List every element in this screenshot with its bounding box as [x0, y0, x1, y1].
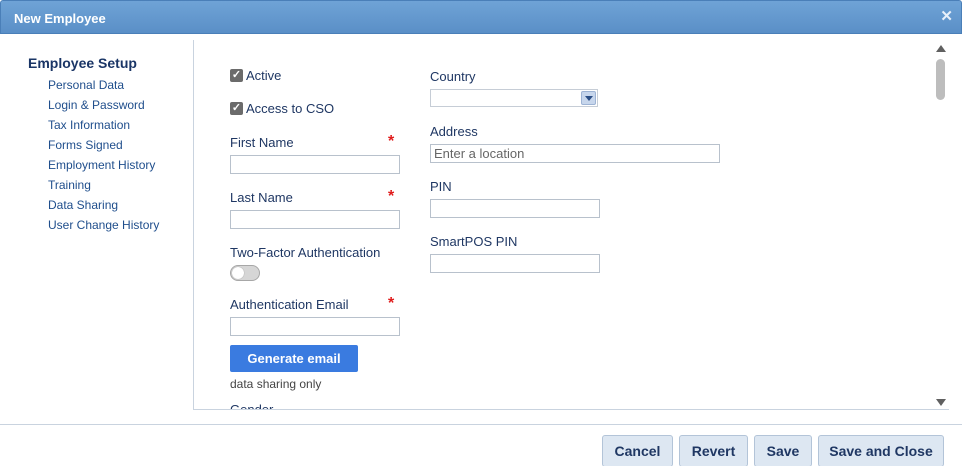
first-name-input[interactable] [230, 155, 400, 174]
address-input[interactable] [430, 144, 720, 163]
last-name-label: Last Name [230, 190, 293, 205]
two-factor-toggle[interactable] [230, 265, 260, 281]
required-asterisk-icon: * [388, 295, 395, 312]
country-label: Country [430, 69, 476, 84]
checkmark-icon: ✓ [230, 69, 243, 82]
scrollbar-thumb[interactable] [936, 59, 945, 100]
required-asterisk-icon: * [388, 133, 395, 150]
auth-email-label: Authentication Email [230, 297, 349, 312]
cancel-button[interactable]: Cancel [602, 435, 673, 466]
footer-divider [0, 424, 962, 425]
address-label: Address [430, 124, 478, 139]
last-name-input[interactable] [230, 210, 400, 229]
sidebar-item-training[interactable]: Training [48, 178, 159, 198]
required-asterisk-icon: * [388, 188, 395, 205]
toggle-knob [232, 267, 244, 279]
sidebar-item-personal-data[interactable]: Personal Data [48, 78, 159, 98]
active-label: Active [246, 68, 282, 83]
form-scrollbar[interactable] [933, 40, 949, 410]
form-panel: ✓ Active ✓ Access to CSO First Name * La… [193, 40, 949, 410]
access-cso-label: Access to CSO [246, 101, 335, 116]
data-sharing-note: data sharing only [230, 377, 322, 391]
chevron-down-icon[interactable] [581, 91, 596, 105]
smartpos-pin-input[interactable] [430, 254, 600, 273]
dialog-titlebar: New Employee ✕ [0, 0, 962, 34]
sidebar-heading[interactable]: Employee Setup [28, 55, 137, 71]
smartpos-pin-label: SmartPOS PIN [430, 234, 518, 249]
dialog-title: New Employee [14, 11, 106, 26]
sidebar-item-data-sharing[interactable]: Data Sharing [48, 198, 159, 218]
sidebar-item-user-change-history[interactable]: User Change History [48, 218, 159, 238]
first-name-label: First Name [230, 135, 294, 150]
close-icon[interactable]: ✕ [940, 9, 953, 25]
pin-input[interactable] [430, 199, 600, 218]
access-cso-checkbox[interactable]: ✓ Access to CSO [230, 101, 334, 116]
scroll-up-icon[interactable] [936, 45, 946, 52]
sidebar-item-tax-information[interactable]: Tax Information [48, 118, 159, 138]
sidebar-list: Personal Data Login & Password Tax Infor… [48, 78, 159, 238]
two-factor-label: Two-Factor Authentication [230, 245, 381, 260]
generate-email-button[interactable]: Generate email [230, 345, 358, 372]
country-select[interactable] [430, 89, 598, 107]
scroll-down-icon[interactable] [936, 399, 946, 406]
pin-label: PIN [430, 179, 452, 194]
save-button[interactable]: Save [754, 435, 812, 466]
sidebar-item-forms-signed[interactable]: Forms Signed [48, 138, 159, 158]
active-checkbox[interactable]: ✓ Active [230, 68, 281, 83]
revert-button[interactable]: Revert [679, 435, 748, 466]
sidebar: Employee Setup Personal Data Login & Pas… [0, 34, 193, 414]
save-and-close-button[interactable]: Save and Close [818, 435, 944, 466]
gender-label: Gender [230, 402, 274, 410]
checkmark-icon: ✓ [230, 102, 243, 115]
sidebar-item-login-password[interactable]: Login & Password [48, 98, 159, 118]
sidebar-item-employment-history[interactable]: Employment History [48, 158, 159, 178]
auth-email-input[interactable] [230, 317, 400, 336]
